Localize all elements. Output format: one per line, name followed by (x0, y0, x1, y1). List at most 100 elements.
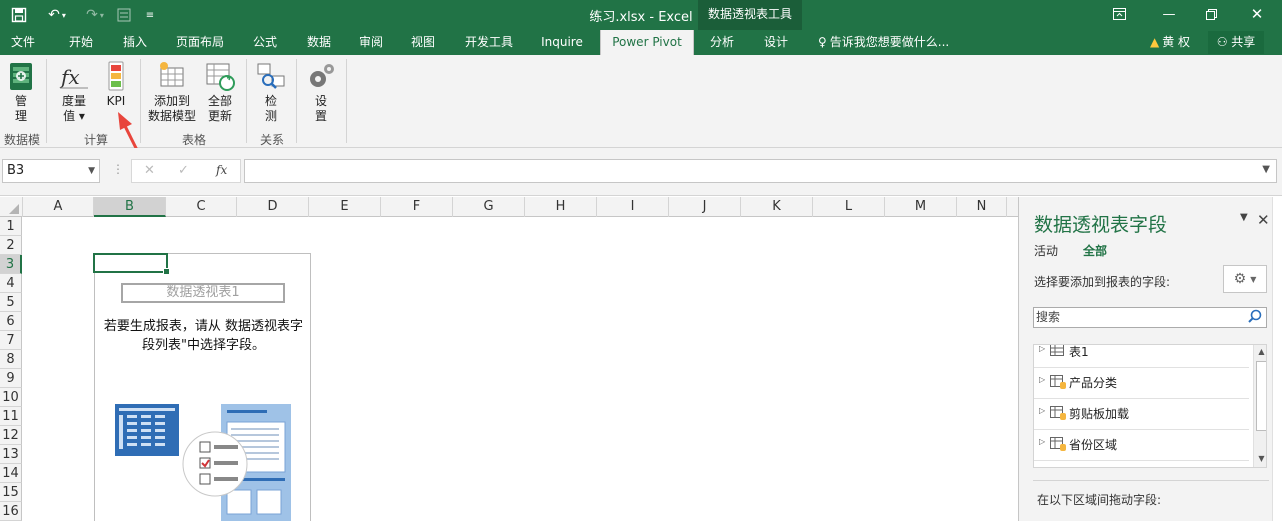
window-title: 练习.xlsx - Excel (589, 10, 693, 25)
field-list-scrollbar[interactable]: ▲ ▼ (1253, 345, 1266, 467)
share-button[interactable]: ⚇ 共享 (1208, 31, 1264, 54)
field-search-input[interactable]: 搜索 (1033, 307, 1267, 328)
pane-options-icon[interactable]: ▼ (1240, 212, 1248, 223)
chevron-down-icon[interactable]: ▼ (88, 160, 95, 182)
column-header-m[interactable]: M (885, 197, 957, 217)
window-right-scrollbar[interactable] (1272, 197, 1282, 521)
scroll-down-icon[interactable]: ▼ (1256, 453, 1266, 465)
manage-button[interactable]: 管 理 (4, 60, 38, 124)
column-header-e[interactable]: E (309, 197, 381, 217)
formula-bar: B3 ▼ ⋮ ✕ ✓ fx ▼ (0, 148, 1282, 196)
row-header-14[interactable]: 14 (0, 464, 22, 483)
column-header-g[interactable]: G (453, 197, 525, 217)
row-header-4[interactable]: 4 (0, 274, 22, 293)
row-header-1[interactable]: 1 (0, 217, 22, 236)
worksheet-grid[interactable]: ABCDEFGHIJKLMN 1 2 3 4 5 6 7 8 9 10 11 12 13 14 15 16 数… (0, 197, 1018, 521)
cancel-icon[interactable]: ✕ (144, 163, 155, 178)
refresh-all-button[interactable]: 全部 更新 (202, 60, 238, 124)
tab-page-layout[interactable]: 页面布局 (168, 30, 232, 55)
measures-button[interactable]: fx 度量 值 ▾ (56, 60, 92, 124)
refresh-all-label: 全部 更新 (207, 94, 232, 123)
tab-analyze[interactable]: 分析 (700, 30, 744, 55)
name-box[interactable]: B3 ▼ (2, 159, 100, 183)
row-header-2[interactable]: 2 (0, 236, 22, 255)
scrollbar-thumb[interactable] (1256, 361, 1266, 431)
expand-icon[interactable]: ▷ (1039, 406, 1045, 415)
column-header-h[interactable]: H (525, 197, 597, 217)
drag-fields-label: 在以下区域间拖动字段: (1037, 493, 1162, 507)
column-header-a[interactable]: A (23, 197, 94, 217)
user-name: 黄 权 (1162, 35, 1191, 49)
context-tools-label: 数据透视表工具 (698, 0, 802, 30)
row-header-13[interactable]: 13 (0, 445, 22, 464)
kpi-traffic-light-icon (108, 61, 124, 91)
user-account[interactable]: ▲ 黄 权 (1150, 30, 1190, 55)
tab-all-fields[interactable]: 全部 (1083, 242, 1107, 259)
column-header-b[interactable]: B (94, 197, 166, 217)
expand-formula-icon[interactable]: ▼ (1262, 164, 1270, 175)
row-header-16[interactable]: 16 (0, 502, 22, 521)
row-header-12[interactable]: 12 (0, 426, 22, 445)
kpi-label: KPI (106, 94, 126, 108)
restore-icon[interactable] (1200, 3, 1222, 25)
list-item[interactable]: ▷ 表1 (1034, 345, 1249, 368)
tab-review[interactable]: 审阅 (350, 30, 392, 55)
row-header-5[interactable]: 5 (0, 293, 22, 312)
pivot-table-placeholder[interactable]: 数据透视表1 若要生成报表，请从 数据透视表字段列表"中选择字段。 (94, 253, 311, 521)
row-header-7[interactable]: 7 (0, 331, 22, 350)
expand-icon[interactable]: ▷ (1039, 437, 1045, 446)
tab-developer[interactable]: 开发工具 (456, 30, 522, 55)
column-header-i[interactable]: I (597, 197, 669, 217)
search-icon[interactable] (1247, 309, 1263, 325)
list-item[interactable]: ▷ 剪贴板加载 (1034, 399, 1249, 430)
column-header-l[interactable]: L (813, 197, 885, 217)
settings-button[interactable]: 设 置 (304, 60, 338, 124)
expand-icon[interactable]: ▷ (1039, 345, 1045, 353)
close-icon[interactable]: ✕ (1257, 211, 1270, 229)
row-header-3[interactable]: 3 (0, 255, 22, 274)
column-header-f[interactable]: F (381, 197, 453, 217)
tab-design[interactable]: 设计 (754, 30, 798, 55)
tab-insert[interactable]: 插入 (114, 30, 156, 55)
data-model-table-icon (1050, 437, 1066, 451)
tab-inquire[interactable]: Inquire (532, 30, 592, 55)
enter-icon[interactable]: ✓ (178, 163, 189, 178)
row-header-11[interactable]: 11 (0, 407, 22, 426)
kpi-button[interactable]: KPI (100, 60, 132, 109)
column-header-k[interactable]: K (741, 197, 813, 217)
ribbon-display-icon[interactable] (1108, 3, 1130, 25)
tab-formulas[interactable]: 公式 (244, 30, 286, 55)
column-header-d[interactable]: D (237, 197, 309, 217)
minimize-icon[interactable]: — (1158, 3, 1180, 25)
list-item[interactable]: ▷ 省份区域 (1034, 430, 1249, 461)
row-header-6[interactable]: 6 (0, 312, 22, 331)
row-header-8[interactable]: 8 (0, 350, 22, 369)
close-icon[interactable]: ✕ (1246, 3, 1268, 25)
expand-icon[interactable]: ▷ (1039, 375, 1045, 384)
formula-input[interactable]: ▼ (244, 159, 1277, 183)
tab-file[interactable]: 文件 (4, 30, 42, 55)
column-header-n[interactable]: N (957, 197, 1007, 217)
group-separator (46, 59, 47, 143)
share-label: 共享 (1231, 35, 1256, 49)
field-settings-button[interactable]: ⚙ ▼ (1223, 265, 1267, 293)
column-header-j[interactable]: J (669, 197, 741, 217)
tab-data[interactable]: 数据 (298, 30, 340, 55)
select-all-corner[interactable] (0, 197, 23, 217)
list-item[interactable]: ▷ 产品分类 (1034, 368, 1249, 399)
tab-power-pivot[interactable]: Power Pivot (600, 30, 694, 55)
active-cell-cursor[interactable] (93, 253, 170, 275)
tab-view[interactable]: 视图 (402, 30, 444, 55)
row-header-9[interactable]: 9 (0, 369, 22, 388)
insert-function-icon[interactable]: fx (216, 163, 227, 177)
tab-home[interactable]: 开始 (60, 30, 102, 55)
row-header-15[interactable]: 15 (0, 483, 22, 502)
detect-button[interactable]: 检 测 (254, 60, 288, 124)
column-header-c[interactable]: C (166, 197, 237, 217)
group-separator (296, 59, 297, 143)
row-header-10[interactable]: 10 (0, 388, 22, 407)
tell-me-search[interactable]: ♀ 告诉我您想要做什么... (818, 30, 949, 55)
scroll-up-icon[interactable]: ▲ (1256, 346, 1266, 358)
fx-icon: fx (59, 65, 88, 89)
tab-active-fields[interactable]: 活动 (1034, 242, 1058, 259)
